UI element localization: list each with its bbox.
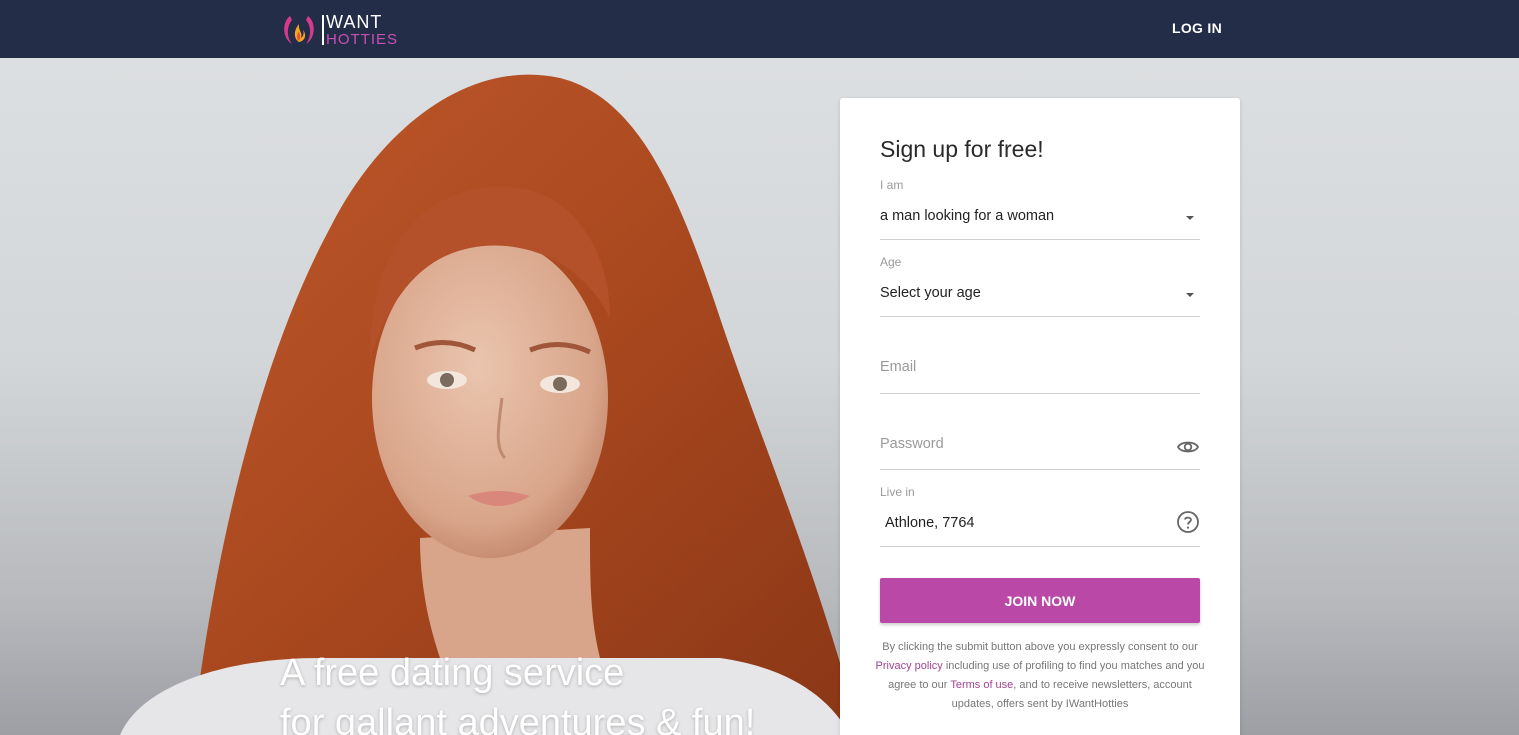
logo-divider [322,15,324,45]
email-placeholder: Email [880,359,917,375]
hero-section: A free dating service for gallant advent… [0,58,1519,735]
age-value: Select your age [880,285,981,301]
eye-icon[interactable] [1176,435,1200,459]
logo-word-want: WANT [326,12,383,32]
live-in-field[interactable]: Live in Athlone, 7764 [880,485,1200,547]
terms-of-use-link[interactable]: Terms of use [950,679,1013,691]
logo-flame-icon [284,16,314,44]
consent-text: By clicking the submit button above you … [870,638,1210,714]
site-logo[interactable]: WANT HOTTIES [280,12,398,48]
tagline-line-2: for gallant adventures & fun! [280,702,756,735]
password-placeholder: Password [880,436,944,452]
logo-word-hotties: HOTTIES [326,31,399,48]
signup-title: Sign up for free! [880,136,1044,162]
live-in-value: Athlone, 7764 [885,515,975,531]
caret-down-icon [1186,216,1194,220]
consent-text-1: By clicking the submit button above you … [882,641,1198,653]
iam-value: a man looking for a woman [880,208,1055,224]
login-link[interactable]: LOG IN [1172,20,1222,36]
email-field[interactable]: Email [880,332,1200,394]
iam-select[interactable]: I am a man looking for a woman [880,178,1200,240]
age-label: Age [880,255,902,269]
tagline-line-1: A free dating service [280,652,625,694]
logo-wordmark: WANT HOTTIES [326,13,398,47]
password-field[interactable]: Password [880,409,1200,470]
live-in-label: Live in [880,485,915,499]
caret-down-icon [1186,293,1194,297]
join-now-button[interactable]: JOIN NOW [880,578,1200,623]
privacy-policy-link[interactable]: Privacy policy [876,660,943,672]
age-select[interactable]: Age Select your age [880,255,1200,317]
help-circle-icon[interactable] [1176,510,1200,534]
signup-card: Sign up for free! I am a man looking for… [840,98,1240,735]
hero-photo-woman [120,74,860,735]
top-navigation-bar: WANT HOTTIES LOG IN [0,0,1519,58]
hero-tagline: A free dating service for gallant advent… [280,648,755,735]
iam-label: I am [880,178,904,192]
